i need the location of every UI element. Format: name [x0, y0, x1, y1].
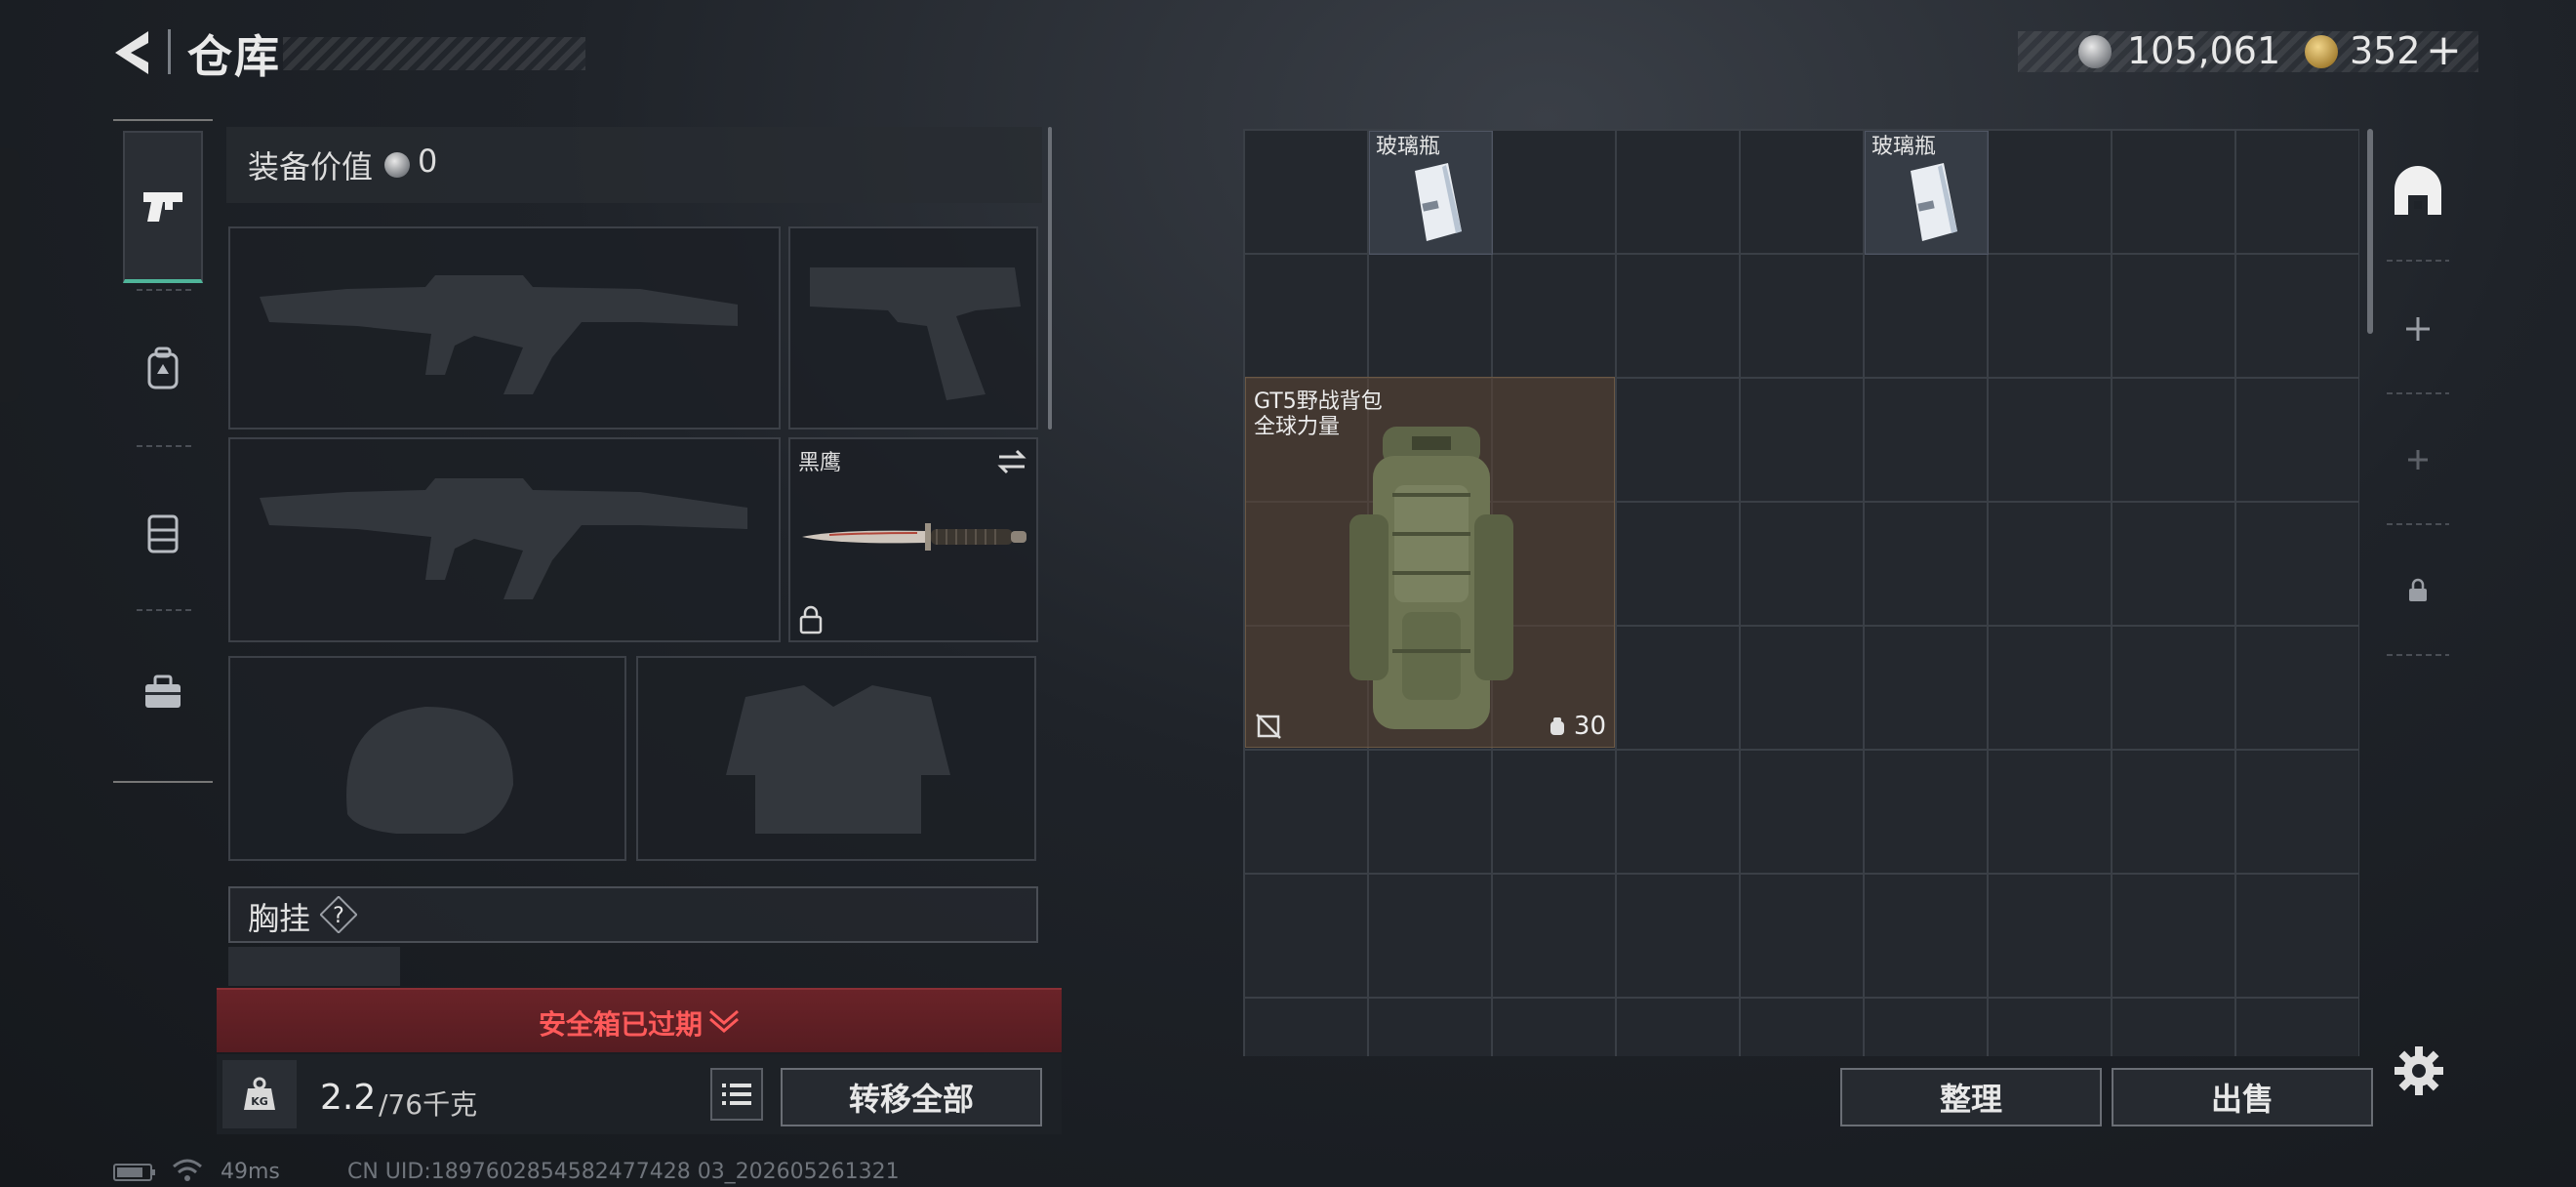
equipment-value: 0 — [418, 143, 438, 180]
rail-separator — [2387, 260, 2449, 262]
storage-item-backpack[interactable]: GT5野战背包 全球力量 30 — [1245, 377, 1615, 748]
warehouse-icon — [2395, 166, 2441, 215]
backpack-icon — [147, 347, 179, 389]
weight-capacity: /76千克 — [379, 1088, 478, 1121]
tab-rig[interactable] — [123, 492, 203, 572]
side-drawer-handle[interactable] — [0, 148, 20, 402]
storage-scrollbar[interactable] — [2367, 129, 2373, 334]
knife-icon — [802, 523, 1026, 551]
rifle-silhouette-icon — [260, 275, 738, 394]
plus-icon — [2408, 450, 2428, 470]
wifi-icon — [173, 1159, 202, 1181]
battery-icon — [113, 1164, 155, 1181]
container-tab-storage[interactable] — [2381, 129, 2455, 256]
rail-separator — [137, 289, 191, 291]
glass-bottle-icon — [1911, 163, 1957, 241]
rail-separator — [137, 609, 191, 611]
swap-icon[interactable] — [995, 447, 1028, 476]
silver-coin-icon — [384, 152, 410, 178]
backpack-capacity-value: 30 — [1573, 712, 1606, 741]
glass-bottle-icon — [1415, 163, 1462, 241]
storage-item-glass-bottle[interactable]: 玻璃瓶 — [1865, 131, 1989, 255]
vest-icon — [147, 514, 179, 553]
container-tab-add-disabled[interactable] — [2381, 396, 2455, 523]
ping-readout: 49ms — [221, 1160, 280, 1184]
pistol-silhouette-icon — [810, 267, 1021, 400]
back-arrow-icon[interactable] — [109, 27, 156, 78]
safe-box-expired-text: 安全箱已过期 — [539, 1008, 704, 1041]
helmet-silhouette-icon — [346, 707, 513, 834]
kg-label: KG — [251, 1095, 268, 1108]
plus-icon — [2406, 317, 2430, 341]
kg-weight-icon: KG — [244, 1077, 275, 1110]
rail-top-line — [113, 119, 213, 121]
title-decoration — [283, 37, 585, 70]
tab-medical[interactable] — [123, 652, 203, 732]
gear-icon[interactable] — [2393, 1044, 2445, 1097]
armor-silhouette-icon — [726, 685, 950, 834]
chest-rig-slot[interactable] — [228, 947, 400, 986]
rifle-silhouette-icon — [260, 478, 747, 599]
lock-icon — [799, 605, 823, 634]
backpack-image-icon — [1349, 427, 1513, 729]
no-insurance-icon — [1256, 714, 1281, 739]
melee-slot[interactable]: 黑鹰 — [788, 437, 1038, 642]
silver-amount: 105,061 — [2127, 29, 2281, 72]
rail-separator — [2387, 523, 2449, 525]
body-armor-slot[interactable] — [636, 656, 1036, 861]
rail-separator — [137, 445, 191, 447]
sort-button[interactable]: 整理 — [1840, 1068, 2102, 1126]
sell-button[interactable]: 出售 — [2112, 1068, 2373, 1126]
add-currency-button[interactable]: + — [2426, 25, 2462, 75]
equipment-scrollbar[interactable] — [1048, 127, 1052, 430]
backpack-capacity: 30 — [1549, 712, 1606, 741]
silver-coin-icon — [2078, 35, 2112, 68]
help-icon[interactable]: ? — [320, 896, 357, 933]
toolbox-icon — [145, 675, 181, 708]
list-view-button[interactable] — [710, 1068, 763, 1121]
user-uid: CN UID:1897602854582477428 03_2026052613… — [347, 1160, 900, 1184]
weight-icon-box: KG — [222, 1060, 297, 1128]
container-rail — [2381, 129, 2461, 666]
melee-name: 黑鹰 — [798, 451, 842, 475]
transfer-all-button[interactable]: 转移全部 — [781, 1068, 1042, 1126]
tab-backpack[interactable] — [123, 328, 203, 408]
helmet-slot[interactable] — [228, 656, 626, 861]
help-glyph: ? — [333, 904, 344, 928]
rail-separator — [2387, 392, 2449, 394]
equipment-value-label: 装备价值 — [248, 148, 374, 185]
gold-amount: 352 — [2350, 29, 2421, 72]
gold-coin-icon — [2305, 35, 2338, 68]
container-tab-add[interactable] — [2381, 266, 2455, 392]
capacity-icon — [1550, 717, 1564, 735]
container-tab-locked[interactable] — [2381, 527, 2455, 654]
tab-weapons[interactable] — [123, 131, 203, 283]
primary-weapon-slot[interactable] — [228, 226, 781, 430]
weight-current: 2.2 — [320, 1078, 377, 1118]
chest-rig-label: 胸挂 — [248, 900, 311, 937]
pistol-slot[interactable] — [788, 226, 1038, 430]
backpack-brand: 全球力量 — [1254, 415, 1341, 439]
rail-separator — [2387, 654, 2449, 656]
rail-bottom-line — [113, 781, 213, 783]
page-title: 仓库 — [187, 30, 281, 83]
pistol-icon — [143, 192, 182, 222]
list-icon — [722, 1084, 751, 1105]
lock-icon — [2409, 578, 2427, 601]
storage-grid[interactable]: 玻璃瓶 玻璃瓶 GT5野战背包 全球力量 30 — [1243, 129, 2359, 1056]
storage-item-glass-bottle[interactable]: 玻璃瓶 — [1369, 131, 1493, 255]
title-divider — [168, 29, 171, 74]
chevron-down-icon[interactable] — [706, 1007, 742, 1035]
secondary-weapon-slot[interactable] — [228, 437, 781, 642]
